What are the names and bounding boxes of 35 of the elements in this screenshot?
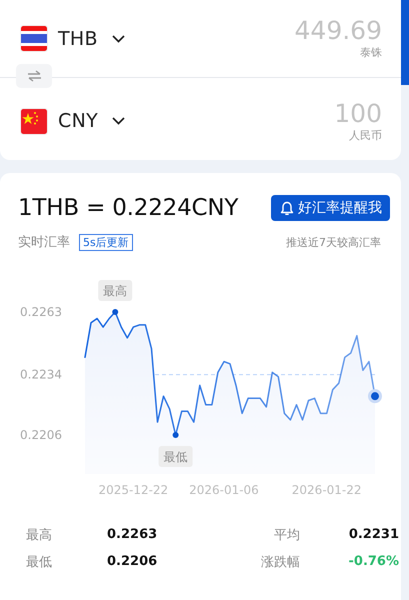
stat-label: 涨跌幅	[260, 554, 300, 572]
chevron-down-icon[interactable]	[112, 117, 125, 125]
y-axis-label: 0.2234	[20, 368, 62, 382]
y-axis-label: 0.2206	[20, 428, 62, 442]
x-axis-label: 2026-01-22	[292, 483, 362, 497]
stat-value: 0.2206	[107, 553, 158, 571]
rate-alert-button[interactable]: 好汇率提醒我	[271, 195, 390, 221]
bell-icon	[280, 200, 294, 216]
annotation: 最高	[103, 284, 128, 298]
exchange-rate-title: 1THB = 0.2224CNY	[18, 195, 238, 221]
currency-name: 泰铢	[360, 45, 382, 60]
stat-label: 最高	[26, 526, 53, 544]
alert-note: 推送近7天较高汇率	[286, 234, 381, 250]
stat-label: 平均	[273, 526, 300, 544]
x-axis-label: 2026-01-06	[189, 483, 259, 497]
current-point-marker	[368, 389, 382, 404]
stat-value: 0.2231	[348, 526, 399, 544]
extreme-point-marker	[172, 432, 179, 438]
stat-value: 0.2263	[107, 526, 158, 544]
x-axis-label: 2025-12-22	[98, 483, 168, 497]
currency-name: 人民币	[349, 128, 382, 142]
annotation: 最低	[164, 450, 188, 464]
currency-selector[interactable]: THB	[58, 28, 98, 50]
currency-selector[interactable]: CNY	[58, 110, 98, 132]
stat-value: -0.76%	[348, 553, 399, 571]
realtime-rate-label: 实时汇率	[18, 234, 70, 251]
extreme-point-marker	[112, 309, 118, 315]
swap-button[interactable]	[16, 64, 52, 88]
swap-arrows-icon	[26, 70, 42, 82]
y-axis-label: 0.2263	[20, 305, 62, 319]
chevron-down-icon[interactable]	[112, 34, 125, 42]
chart-point-label: 最高	[98, 280, 132, 301]
stat-label: 最低	[26, 554, 53, 572]
update-countdown-badge: 5s后更新	[79, 234, 133, 250]
chart-point-label: 最低	[158, 446, 193, 467]
